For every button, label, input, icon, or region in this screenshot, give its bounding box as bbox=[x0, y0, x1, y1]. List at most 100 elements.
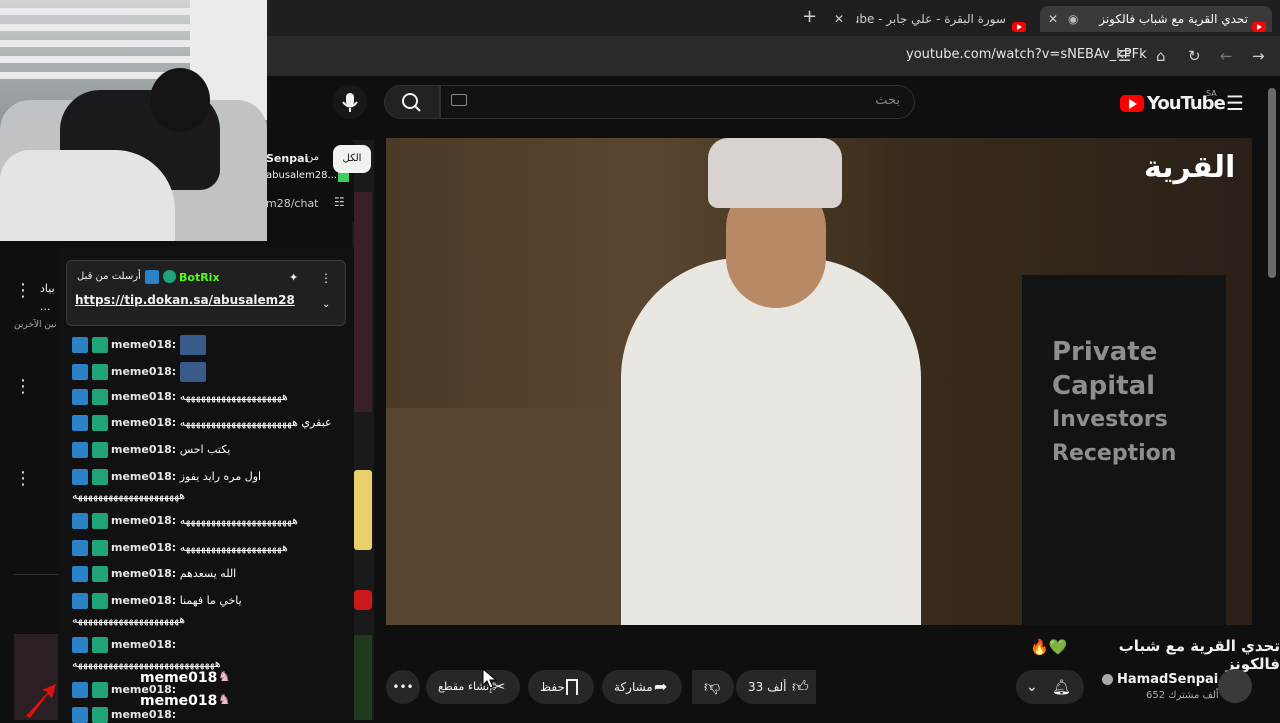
more-actions-button[interactable]: ••• bbox=[386, 670, 420, 704]
video-player[interactable]: Private Capital Investors Reception القر… bbox=[386, 138, 1252, 625]
chip-all[interactable]: الكل bbox=[333, 145, 371, 173]
chat-username[interactable]: meme018: bbox=[111, 390, 176, 403]
chat-username[interactable]: meme018: bbox=[111, 708, 176, 721]
floating-username: meme018 bbox=[140, 693, 218, 709]
moderator-icon bbox=[72, 337, 88, 353]
chat-message: meme018: bbox=[72, 707, 176, 723]
share-icon: ➦ bbox=[654, 677, 668, 696]
url-field[interactable]: youtube.com/watch?v=sNEBAv_kPFk bbox=[906, 47, 1147, 62]
vip-icon bbox=[91, 682, 108, 698]
blind-slat bbox=[0, 56, 190, 63]
close-tab-icon[interactable]: ✕ bbox=[834, 9, 844, 29]
chat-link[interactable]: abusalem28... bbox=[266, 170, 337, 181]
thumbnail[interactable] bbox=[354, 192, 372, 412]
play-icon bbox=[1129, 99, 1137, 109]
pin-icon[interactable]: ✦ bbox=[289, 271, 298, 284]
microphone-icon bbox=[342, 93, 358, 112]
reload-icon[interactable]: ↻ bbox=[1188, 46, 1201, 66]
dislike-button[interactable]: 👎︎ bbox=[692, 670, 734, 704]
clip-button[interactable]: إنشاء مقطع ✂ bbox=[426, 670, 520, 704]
chat-username[interactable]: meme018: bbox=[111, 638, 176, 651]
chat-text: ههههههههههههههههههههههه bbox=[179, 514, 298, 527]
new-tab-button[interactable]: + bbox=[802, 7, 817, 27]
thumbnail[interactable] bbox=[354, 590, 372, 610]
voice-search-button[interactable] bbox=[333, 85, 367, 119]
chat-username[interactable]: meme018: bbox=[111, 338, 176, 351]
more-options-icon[interactable]: ⋮ bbox=[14, 376, 32, 397]
moderator-icon bbox=[72, 513, 88, 529]
chat-text: عبقري ههههههههههههههههههههههه bbox=[179, 416, 332, 429]
chat-text: الله يسعدهم bbox=[179, 567, 237, 580]
page-scrollbar[interactable] bbox=[1268, 88, 1276, 278]
youtube-favicon-icon bbox=[1012, 21, 1026, 32]
chat-username[interactable]: meme018: bbox=[111, 594, 176, 607]
more-options-icon[interactable]: ⋮ bbox=[14, 280, 32, 301]
chat-text: اول مره رايد يفوز bbox=[179, 470, 262, 483]
vip-icon bbox=[91, 593, 108, 609]
vip-icon bbox=[91, 566, 108, 582]
moderator-icon bbox=[145, 270, 159, 284]
tab-active[interactable]: ✕ ◉ تحدي القرية مع شباب فالكونز bbox=[1040, 6, 1272, 32]
chat-username[interactable]: meme018: bbox=[111, 470, 176, 483]
more-options-icon[interactable]: ⋮ bbox=[14, 468, 32, 489]
search-placeholder: بحث bbox=[875, 93, 900, 108]
menu-icon[interactable]: ☰ bbox=[1226, 91, 1244, 115]
thumbnail[interactable] bbox=[354, 635, 372, 720]
chat-username[interactable]: meme018: bbox=[111, 541, 176, 554]
sign-line: Reception bbox=[1052, 441, 1177, 466]
chat-message: meme018: يكتب احس bbox=[72, 442, 230, 458]
chat-path: m28/chat bbox=[266, 197, 319, 210]
person-body bbox=[621, 258, 921, 625]
search-input[interactable]: بحث bbox=[440, 85, 915, 119]
chat-username[interactable]: meme018: bbox=[111, 567, 176, 580]
save-label: حفظ bbox=[540, 680, 565, 694]
subscribe-notification-button[interactable]: ⌄ 🔔︎ bbox=[1016, 670, 1084, 704]
arrow-icon bbox=[26, 684, 56, 718]
vip-icon bbox=[91, 415, 108, 431]
forward-icon[interactable]: → bbox=[1252, 46, 1265, 66]
chat-username[interactable]: meme018: bbox=[111, 443, 176, 456]
close-tab-icon[interactable]: ✕ bbox=[1048, 9, 1058, 29]
video-title-text: تحدي القرية مع شباب فالكونز bbox=[1118, 637, 1280, 673]
search-button[interactable] bbox=[384, 85, 440, 119]
chat-username[interactable]: meme018: bbox=[111, 416, 176, 429]
vip-icon bbox=[91, 469, 108, 485]
keyboard-icon[interactable] bbox=[451, 94, 467, 106]
share-button[interactable]: مشاركة ➦ bbox=[602, 670, 682, 704]
pinned-link[interactable]: https://tip.dokan.sa/abusalem28 bbox=[75, 293, 295, 307]
vip-icon bbox=[91, 337, 108, 353]
chat-username[interactable]: meme018: bbox=[111, 514, 176, 527]
chat-settings-icon[interactable]: ☷ bbox=[334, 195, 345, 209]
chevron-down-icon: ⌄ bbox=[1026, 679, 1038, 695]
chat-channel-name: Senpai bbox=[266, 152, 309, 165]
tab-title: سورة البقرة - علي جابر - YouTube bbox=[856, 12, 1006, 26]
like-button[interactable]: 33 ألف 👍︎ bbox=[736, 670, 816, 704]
sign-board: Private Capital Investors Reception bbox=[1022, 275, 1226, 625]
vip-icon bbox=[91, 364, 108, 380]
chat-message: meme018: اول مره رايد يفوز bbox=[72, 469, 261, 485]
audio-icon: ◉ bbox=[1068, 12, 1079, 26]
thumbs-up-icon: 👍︎ bbox=[792, 677, 809, 696]
pinned-message[interactable]: ⋮ ✦ BotRix أرسلت من قبل https://tip.doka… bbox=[66, 260, 346, 326]
sidebar-snippet: نين الآخرين bbox=[14, 320, 57, 330]
chat-username[interactable]: meme018: bbox=[111, 365, 176, 378]
chat-text: يكتب احس bbox=[179, 443, 231, 456]
bell-icon: 🔔︎ bbox=[1052, 678, 1072, 696]
vip-icon bbox=[91, 540, 108, 556]
more-icon: ••• bbox=[392, 680, 414, 694]
tab-inactive[interactable]: ✕ سورة البقرة - علي جابر - YouTube bbox=[828, 6, 1034, 32]
vip-icon bbox=[91, 513, 108, 529]
subscriber-count: 652 ألف مشترك bbox=[1146, 690, 1219, 701]
home-icon[interactable]: ⌂ bbox=[1156, 46, 1166, 66]
back-icon[interactable]: ← bbox=[1220, 46, 1233, 66]
verified-icon bbox=[163, 270, 176, 283]
chevron-down-icon[interactable]: ⌄ bbox=[322, 299, 330, 310]
save-button[interactable]: حفظ bbox=[528, 670, 594, 704]
chat-message: meme018: ههههههههههههههههههههه bbox=[72, 540, 288, 556]
channel-avatar[interactable] bbox=[1218, 669, 1252, 703]
moderator-icon bbox=[72, 637, 88, 653]
more-options-icon[interactable]: ⋮ bbox=[320, 271, 332, 285]
channel-name[interactable]: HamadSenpai bbox=[1117, 672, 1218, 687]
thumbnail[interactable] bbox=[354, 470, 372, 550]
sidebar-snippet: ... bbox=[40, 300, 51, 313]
